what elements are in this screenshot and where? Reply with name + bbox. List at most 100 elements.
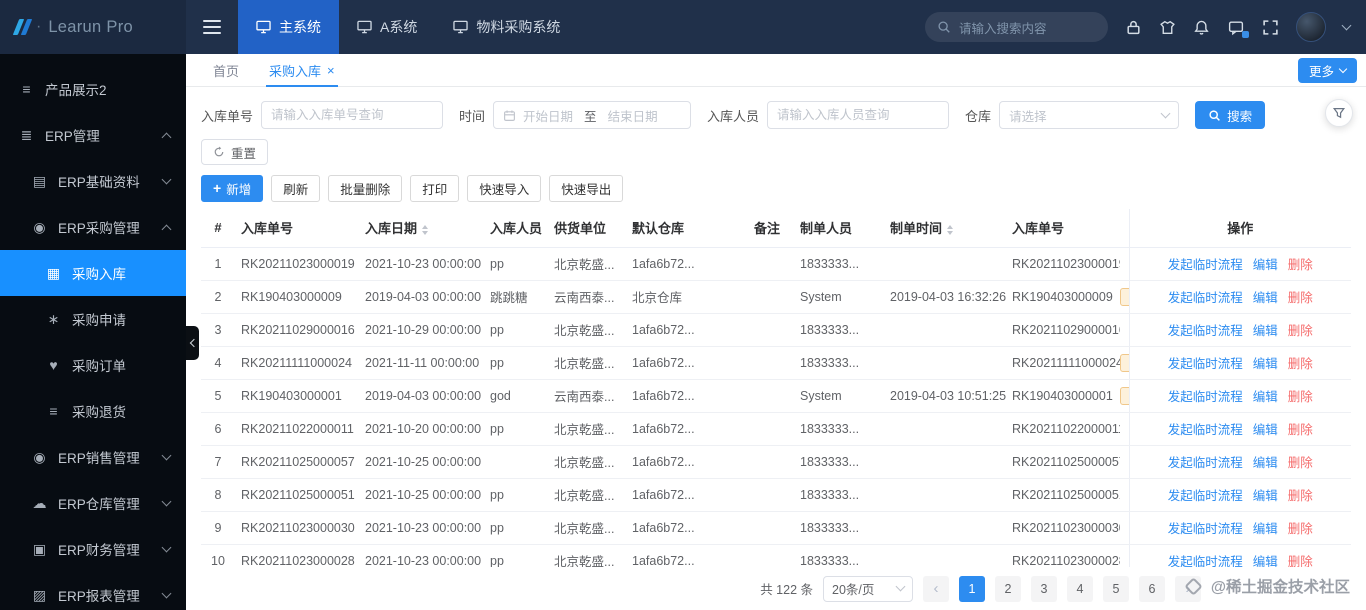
delete-link[interactable]: 删除 [1288,522,1313,536]
warehouse-select[interactable]: 请选择 [999,101,1180,129]
table-row[interactable]: 3 RK20211029000016 2021-10-29 00:00:00 pp 北京… [201,313,1351,347]
bell-icon[interactable] [1193,19,1210,36]
operator-input[interactable] [767,101,950,129]
toolbar-button-3[interactable]: 批量删除 [328,175,403,202]
sort-icons[interactable] [947,224,954,235]
page-button-3[interactable]: 3 [1031,575,1057,602]
delete-link[interactable]: 删除 [1288,423,1313,437]
sidebar-item-3[interactable]: ▤ ERP基础资料 [0,158,186,204]
table-row[interactable]: 6 RK20211022000011 2021-10-20 00:00:00 pp 北京… [201,412,1351,446]
edit-link[interactable]: 编辑 [1253,489,1278,503]
edit-link[interactable]: 编辑 [1253,456,1278,470]
column-header[interactable]: 入库日期 [359,209,484,248]
delete-link[interactable]: 删除 [1288,456,1313,470]
menu-toggle-icon[interactable] [186,0,238,54]
toolbar-button-5[interactable]: 快速导入 [467,175,542,202]
top-system-tab-1[interactable]: 主系统 [238,0,339,54]
sort-asc-icon[interactable] [422,224,429,229]
delete-link[interactable]: 删除 [1288,324,1313,338]
toolbar-button-2[interactable]: 刷新 [271,175,321,202]
table-row[interactable]: 9 RK20211023000030 2021-10-23 00:00:00 pp 北京… [201,511,1351,545]
date-range-picker[interactable]: 开始日期 至 结束日期 [493,101,692,129]
table-row[interactable]: 4 RK20211111000024 2021-11-11 00:00:00 pp 北京… [201,346,1351,380]
advanced-search-toggle[interactable] [1325,99,1353,127]
edit-link[interactable]: 编辑 [1253,390,1278,404]
table-row[interactable]: 1 RK20211023000019 2021-10-23 00:00:00 pp 北京… [201,247,1351,281]
page-button-1[interactable]: 1 [959,575,985,602]
order-no-input[interactable] [261,101,444,129]
edit-link[interactable]: 编辑 [1253,555,1278,567]
edit-link[interactable]: 编辑 [1253,324,1278,338]
close-tab-icon[interactable]: × [327,64,335,77]
sort-icons[interactable] [422,224,429,235]
message-icon[interactable] [1227,19,1249,38]
delete-link[interactable]: 删除 [1288,555,1313,567]
edit-link[interactable]: 编辑 [1253,258,1278,272]
sort-desc-icon[interactable] [422,230,429,235]
start-workflow-link[interactable]: 发起临时流程 [1168,390,1243,404]
table-row[interactable]: 7 RK20211025000057 2021-10-25 00:00:00 北京乾盛… [201,445,1351,479]
delete-link[interactable]: 删除 [1288,258,1313,272]
top-system-tab-3[interactable]: 物料采购系统 [435,0,578,54]
sidebar-collapse-handle[interactable] [186,326,199,360]
start-workflow-link[interactable]: 发起临时流程 [1168,291,1243,305]
toolbar-button-4[interactable]: 打印 [410,175,460,202]
toolbar-button-1[interactable]: + 新增 [201,175,264,202]
table-row[interactable]: 10 RK20211023000028 2021-10-23 00:00:00 pp 北… [201,544,1351,567]
reset-button[interactable]: 重置 [201,139,269,165]
prev-page-button[interactable]: ‹ [923,575,949,602]
sidebar-item-10[interactable]: ☁ ERP仓库管理 [0,480,186,526]
column-header[interactable]: 制单时间 [884,209,1006,248]
sort-asc-icon[interactable] [947,224,954,229]
user-menu-caret-icon[interactable] [1341,20,1352,30]
toolbar-button-6[interactable]: 快速导出 [549,175,624,202]
table-row[interactable]: 8 RK20211025000051 2021-10-25 00:00:00 pp 北京… [201,478,1351,512]
start-workflow-link[interactable]: 发起临时流程 [1168,258,1243,272]
fullscreen-icon[interactable] [1262,19,1279,36]
user-avatar[interactable] [1296,12,1326,42]
delete-link[interactable]: 删除 [1288,390,1313,404]
sidebar-item-9[interactable]: ◉ ERP销售管理 [0,434,186,480]
cell-no2: RK20211023000030 [1006,511,1120,545]
sort-desc-icon[interactable] [947,230,954,235]
table-row[interactable]: 5 RK190403000001 2019-04-03 00:00:00 god 云南西… [201,379,1351,413]
delete-link[interactable]: 删除 [1288,291,1313,305]
sidebar-item-11[interactable]: ▣ ERP财务管理 [0,526,186,572]
edit-link[interactable]: 编辑 [1253,522,1278,536]
sidebar-item-2[interactable]: ≣ ERP管理 [0,112,186,158]
sidebar-item-8[interactable]: ≡ 采购退货 [0,388,186,434]
page-size-select[interactable]: 20条/页 [823,575,913,602]
start-workflow-link[interactable]: 发起临时流程 [1168,423,1243,437]
sidebar-item-12[interactable]: ▨ ERP报表管理 [0,572,186,610]
page-tab-1[interactable]: 首页 [198,54,254,87]
more-button[interactable]: 更多 [1297,58,1357,83]
delete-link[interactable]: 删除 [1288,489,1313,503]
next-page-button[interactable]: › [1175,575,1201,602]
start-workflow-link[interactable]: 发起临时流程 [1168,489,1243,503]
delete-link[interactable]: 删除 [1288,357,1313,371]
sidebar-item-7[interactable]: ♥ 采购订单 [0,342,186,388]
start-workflow-link[interactable]: 发起临时流程 [1168,522,1243,536]
search-button[interactable]: 搜索 [1195,101,1266,129]
page-button-4[interactable]: 4 [1067,575,1093,602]
edit-link[interactable]: 编辑 [1253,291,1278,305]
page-button-5[interactable]: 5 [1103,575,1129,602]
global-search-input[interactable]: 请输入搜索内容 [925,12,1108,42]
start-workflow-link[interactable]: 发起临时流程 [1168,456,1243,470]
page-button-2[interactable]: 2 [995,575,1021,602]
start-workflow-link[interactable]: 发起临时流程 [1168,324,1243,338]
edit-link[interactable]: 编辑 [1253,423,1278,437]
top-system-tab-2[interactable]: A系统 [339,0,435,54]
sidebar-item-6[interactable]: ∗ 采购申请 [0,296,186,342]
table-row[interactable]: 2 RK190403000009 2019-04-03 00:00:00 跳跳糖 云南西… [201,280,1351,314]
lock-icon[interactable] [1125,19,1142,36]
skin-theme-icon[interactable] [1159,19,1176,36]
edit-link[interactable]: 编辑 [1253,357,1278,371]
page-tab-2[interactable]: 采购入库 × [254,54,350,87]
start-workflow-link[interactable]: 发起临时流程 [1168,357,1243,371]
page-button-6[interactable]: 6 [1139,575,1165,602]
sidebar-item-1[interactable]: ≡ 产品展示2 [0,66,186,112]
sidebar-item-4[interactable]: ◉ ERP采购管理 [0,204,186,250]
sidebar-item-5[interactable]: ▦ 采购入库 [0,250,186,296]
start-workflow-link[interactable]: 发起临时流程 [1168,555,1243,567]
